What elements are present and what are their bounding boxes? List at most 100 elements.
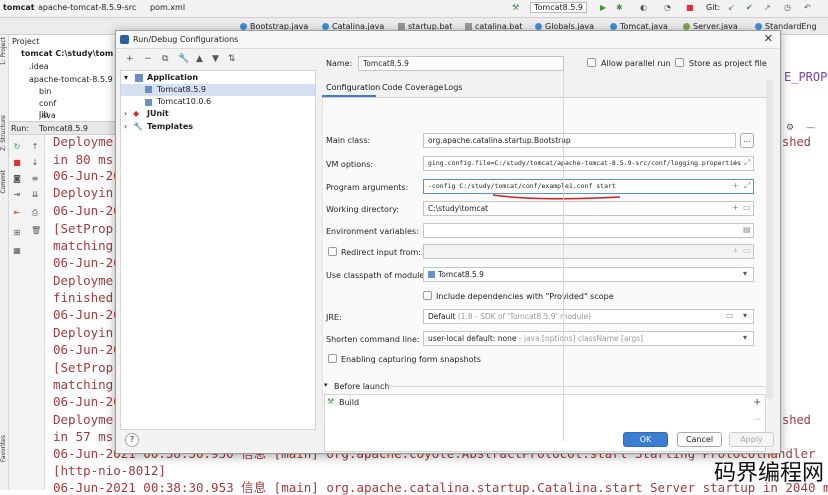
chevron-right-icon[interactable]: › xyxy=(124,122,127,131)
settings-icon[interactable]: ⚙ xyxy=(786,123,794,133)
redirect-checkbox[interactable] xyxy=(328,247,337,256)
minimize-icon[interactable]: — xyxy=(806,123,815,133)
breadcrumb-project[interactable]: tomcat xyxy=(3,3,35,12)
shorten-select[interactable]: user-local default: none - java [options… xyxy=(423,331,754,346)
project-root[interactable]: tomcat C:\study\tom xyxy=(21,49,113,58)
revert-icon[interactable]: ↶ xyxy=(804,3,811,12)
apply-button[interactable]: Apply xyxy=(729,432,774,447)
classpath-select[interactable]: Tomcat8.5.9 xyxy=(423,267,754,282)
working-dir-field[interactable]: C:\study\tomcat xyxy=(423,201,754,216)
tool-structure[interactable]: Z: Structure xyxy=(0,115,9,151)
breadcrumb-file[interactable]: pom.xml xyxy=(150,3,185,12)
chevron-down-icon[interactable]: ▾ xyxy=(743,311,747,320)
hammer-icon[interactable]: ⚒ xyxy=(512,3,519,12)
move-down-icon[interactable]: ▼ xyxy=(212,54,219,64)
tab-configuration[interactable]: Configuration xyxy=(326,83,380,92)
stop-icon[interactable]: ■ xyxy=(13,159,21,167)
chevron-down-icon[interactable]: ▾ xyxy=(743,333,747,342)
wrench-icon[interactable]: 🔧 xyxy=(178,54,189,64)
store-project-checkbox[interactable] xyxy=(675,58,684,67)
cancel-button[interactable]: Cancel xyxy=(677,432,722,447)
class-icon xyxy=(610,23,617,30)
chevron-down-icon[interactable]: ▾ xyxy=(743,269,747,278)
snapshots-checkbox[interactable] xyxy=(328,354,337,363)
env-vars-field[interactable] xyxy=(423,223,754,238)
layout-icon[interactable]: ▦ xyxy=(13,247,21,255)
folder-bin[interactable]: bin xyxy=(39,87,51,96)
build-task[interactable]: Build xyxy=(339,398,359,407)
rerun-icon[interactable]: ↻ xyxy=(13,143,21,151)
run-config-selector[interactable]: Tomcat8.5.9 xyxy=(530,2,588,13)
run-icon[interactable]: ▶ xyxy=(600,3,606,12)
camera-icon[interactable]: ◙ xyxy=(13,175,21,183)
wrap-icon[interactable]: ≡ xyxy=(31,175,39,183)
expand-icon[interactable]: ⤢ xyxy=(744,158,750,168)
browse-button[interactable]: … xyxy=(740,133,754,148)
add-icon[interactable]: + xyxy=(732,181,739,190)
folder-idea[interactable]: .idea xyxy=(29,62,49,71)
expand-icon[interactable]: ⤢ xyxy=(744,181,750,191)
chevron-down-icon[interactable]: ▾ xyxy=(324,381,328,389)
git-push-icon[interactable]: ↗ xyxy=(764,3,771,12)
ok-button[interactable]: OK xyxy=(623,432,668,447)
exit-icon[interactable]: ⇥ xyxy=(13,191,21,199)
main-class-field[interactable]: org.apache.catalina.startup.Bootstrap xyxy=(423,133,736,148)
chevron-right-icon[interactable]: › xyxy=(124,109,127,118)
close-icon[interactable]: ✕ xyxy=(764,32,773,45)
tool-favorites[interactable]: Favorites xyxy=(0,435,9,462)
folder-lib[interactable]: lib xyxy=(39,110,49,119)
delete-icon[interactable]: 🗑 xyxy=(31,227,41,235)
history-icon[interactable]: ◷ xyxy=(784,3,791,12)
move-up-icon[interactable]: ▲ xyxy=(196,54,203,64)
chevron-down-icon[interactable]: ▾ xyxy=(124,73,128,82)
tree-application[interactable]: Application xyxy=(147,73,198,82)
tool-project[interactable]: 1: Project xyxy=(0,37,9,65)
tool-commit[interactable]: Commit xyxy=(0,170,9,194)
vm-options-field[interactable]: ging.config.file=C:/study/tomcat/apache-… xyxy=(423,156,754,171)
jre-select[interactable]: Default (1.8 - SDK of 'Tomcat8.5.9' modu… xyxy=(423,309,754,324)
add-icon[interactable]: + xyxy=(126,54,134,64)
scrollbar[interactable] xyxy=(766,79,773,399)
tree-item-tomcat1006[interactable]: Tomcat10.0.6 xyxy=(157,97,211,106)
tree-item-tomcat859[interactable]: Tomcat8.5.9 xyxy=(121,84,315,96)
tree-templates[interactable]: Templates xyxy=(147,122,193,131)
program-args-field[interactable]: -config C:/study/tomcat/conf/example1.co… xyxy=(423,179,754,194)
document-icon[interactable]: ▤ xyxy=(743,225,751,234)
tab-code-coverage[interactable]: Code Coverage xyxy=(382,83,443,92)
stop-icon[interactable]: ■ xyxy=(686,3,694,12)
git-update-icon[interactable]: ↙ xyxy=(728,3,735,12)
print-icon[interactable]: ⎙ xyxy=(31,209,39,217)
sort-icon[interactable]: ⇅ xyxy=(228,54,236,64)
folder-icon[interactable]: ▭ xyxy=(726,311,734,320)
folder-conf[interactable]: conf xyxy=(39,99,56,108)
folder-apache-tomcat[interactable]: apache-tomcat-8.5.9 xyxy=(29,75,113,84)
breadcrumb-module[interactable]: apache-tomcat-8.5.9-src xyxy=(38,3,136,12)
scroll-end-icon[interactable]: ⇊ xyxy=(31,191,39,199)
module-icon xyxy=(428,271,435,278)
help-button[interactable]: ? xyxy=(125,433,139,447)
allow-parallel-checkbox[interactable] xyxy=(587,58,596,67)
include-deps-checkbox[interactable] xyxy=(423,291,432,300)
snapshots-label: Enabling capturing form snapshots xyxy=(341,355,481,364)
copy-icon[interactable]: ⧉ xyxy=(162,54,168,64)
git-commit-icon[interactable]: ✔ xyxy=(746,3,753,12)
pin-icon[interactable]: ⊞ xyxy=(13,229,21,237)
debug-icon[interactable]: ✱ xyxy=(616,3,623,12)
tab-logs[interactable]: Logs xyxy=(444,83,462,92)
console-line: Deployme xyxy=(53,273,114,288)
jre-label: JRE: xyxy=(326,313,342,322)
tree-junit[interactable]: JUnit xyxy=(147,109,169,118)
add-task-icon[interactable]: + xyxy=(753,397,761,408)
name-field[interactable]: Tomcat8.5.9 xyxy=(358,56,564,71)
run-tab[interactable]: Tomcat8.5.9 xyxy=(39,124,88,133)
restore-icon[interactable]: ⇤ xyxy=(13,209,21,217)
profile-icon[interactable]: ◔ xyxy=(664,3,671,12)
remove-icon[interactable]: − xyxy=(144,54,152,64)
project-header[interactable]: Project xyxy=(12,37,39,46)
add-icon[interactable]: + xyxy=(732,158,739,167)
add-icon[interactable]: + xyxy=(732,203,739,212)
coverage-icon[interactable]: ◐ xyxy=(640,3,647,12)
down-icon[interactable]: ↓ xyxy=(31,159,39,167)
folder-icon[interactable]: ▭ xyxy=(743,203,751,212)
up-icon[interactable]: ↑ xyxy=(31,143,39,151)
